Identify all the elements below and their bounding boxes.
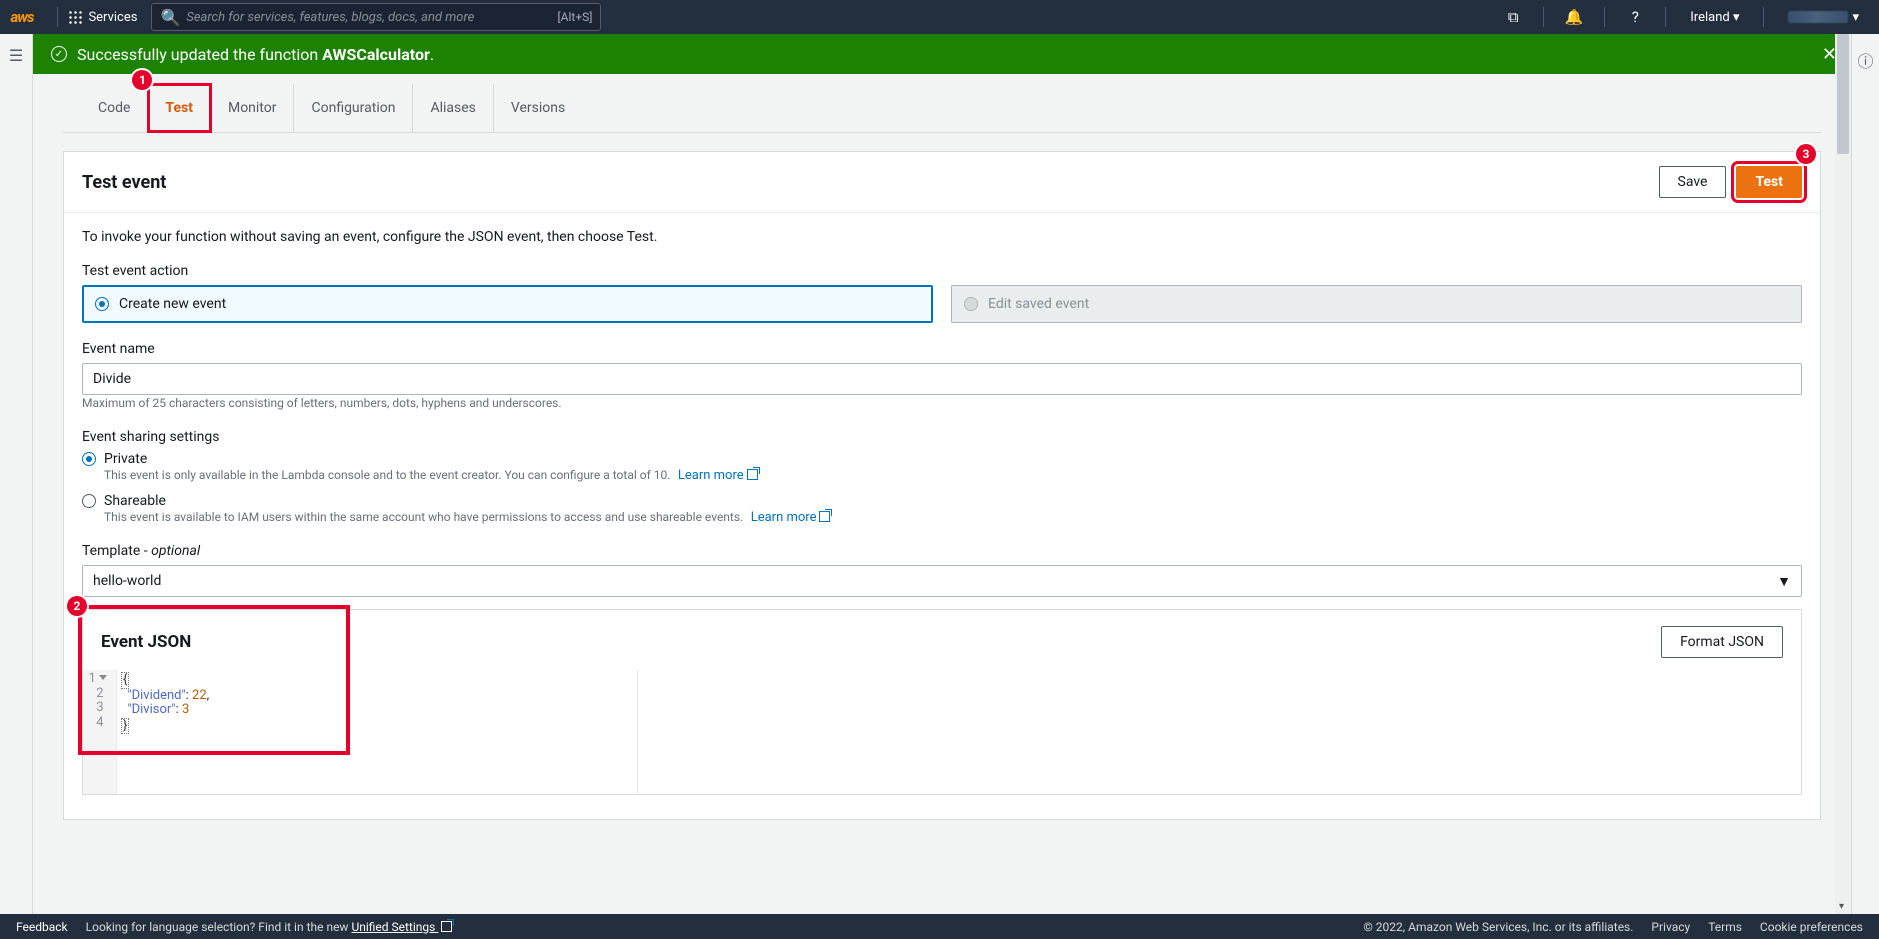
- json-editor[interactable]: 1 2 3 4 { "Dividend": 22, "Divisor": 3 }: [83, 670, 1801, 794]
- event-name-label: Event name: [82, 341, 1802, 357]
- hamburger-icon[interactable]: ☰: [9, 46, 23, 65]
- event-json-panel: 2 Event JSON Format JSON 1 2 3 4 { "Divi…: [82, 609, 1802, 795]
- external-link-icon: [819, 511, 830, 522]
- account-name-blurred: [1788, 11, 1848, 23]
- tile-create-new[interactable]: Create new event: [82, 285, 933, 323]
- annotation-2: 2: [67, 596, 87, 616]
- learn-more-private[interactable]: Learn more: [678, 468, 758, 483]
- notifications-icon[interactable]: 🔔: [1560, 8, 1588, 26]
- copyright: © 2022, Amazon Web Services, Inc. or its…: [1363, 920, 1633, 934]
- tab-test[interactable]: Test 1: [148, 84, 211, 132]
- footer: Feedback Looking for language selection?…: [0, 914, 1879, 939]
- privacy-link[interactable]: Privacy: [1651, 920, 1690, 934]
- external-link-icon: [441, 921, 452, 932]
- help-icon[interactable]: ?: [1621, 8, 1649, 26]
- private-desc: This event is only available in the Lamb…: [104, 468, 670, 482]
- tab-aliases[interactable]: Aliases: [413, 84, 493, 132]
- radio-shareable[interactable]: [82, 494, 96, 508]
- flash-text: Successfully updated the function AWSCal…: [77, 45, 434, 64]
- tab-monitor[interactable]: Monitor: [211, 84, 295, 132]
- feedback-link[interactable]: Feedback: [16, 920, 68, 934]
- external-link-icon: [747, 469, 758, 480]
- format-json-button[interactable]: Format JSON: [1661, 626, 1783, 658]
- aws-logo[interactable]: aws: [10, 8, 33, 26]
- success-icon: ✓: [51, 46, 67, 62]
- search-shortcut: [Alt+S]: [557, 10, 592, 24]
- function-tabs: Code Test 1 Monitor Configuration Aliase…: [63, 84, 1821, 133]
- radio-create-new[interactable]: [95, 297, 109, 311]
- terms-link[interactable]: Terms: [1708, 920, 1742, 934]
- search-input[interactable]: [186, 10, 551, 25]
- shareable-desc: This event is available to IAM users wit…: [104, 510, 743, 524]
- vertical-scrollbar[interactable]: ▾: [1835, 34, 1851, 914]
- learn-more-shareable[interactable]: Learn more: [751, 510, 831, 525]
- top-nav: aws Services 🔍 [Alt+S] ⧉ 🔔 ? Ireland ▾ ▾: [0, 0, 1879, 34]
- sharing-label: Event sharing settings: [82, 429, 1802, 445]
- shareable-label: Shareable: [104, 493, 166, 509]
- annotation-3: 3: [1796, 144, 1816, 164]
- unified-settings-link[interactable]: Unified Settings: [351, 920, 452, 934]
- region-selector[interactable]: Ireland ▾: [1682, 10, 1747, 25]
- grid-icon: [68, 10, 82, 24]
- radio-private[interactable]: [82, 452, 96, 466]
- event-name-help: Maximum of 25 characters consisting of l…: [82, 396, 562, 410]
- tab-configuration[interactable]: Configuration: [294, 84, 413, 132]
- event-name-input[interactable]: [82, 363, 1802, 395]
- radio-edit-saved: [964, 297, 978, 311]
- tile-edit-saved: Edit saved event: [951, 285, 1802, 323]
- action-label: Test event action: [82, 263, 1802, 279]
- annotation-1: 1: [132, 70, 152, 90]
- info-icon[interactable]: ⓘ: [1857, 48, 1873, 72]
- right-rail: ⓘ: [1851, 34, 1879, 914]
- test-button[interactable]: Test: [1736, 166, 1802, 198]
- chevron-down-icon: ▼: [1777, 573, 1791, 590]
- services-menu[interactable]: Services: [68, 10, 137, 25]
- template-select[interactable]: hello-world ▼: [82, 565, 1802, 597]
- flash-banner: ✓ Successfully updated the function AWSC…: [33, 34, 1851, 74]
- tab-versions[interactable]: Versions: [494, 84, 582, 132]
- cookies-link[interactable]: Cookie preferences: [1760, 920, 1863, 934]
- save-button[interactable]: Save: [1659, 166, 1727, 198]
- search-icon: 🔍: [160, 8, 180, 27]
- account-menu[interactable]: ▾: [1780, 10, 1867, 25]
- main-content: ✓ Successfully updated the function AWSC…: [33, 34, 1851, 914]
- search-box[interactable]: 🔍 [Alt+S]: [151, 3, 601, 31]
- template-label: Template - optional: [82, 543, 1802, 559]
- services-label: Services: [88, 10, 137, 25]
- cloudshell-icon[interactable]: ⧉: [1499, 8, 1527, 26]
- test-event-card: Test event Save Test 3 To invoke your fu…: [63, 151, 1821, 820]
- left-rail: ☰: [0, 34, 33, 914]
- card-title: Test event: [82, 172, 166, 193]
- test-description: To invoke your function without saving a…: [82, 229, 1802, 245]
- footer-lang-hint: Looking for language selection? Find it …: [86, 920, 453, 934]
- editor-code[interactable]: { "Dividend": 22, "Divisor": 3 }: [117, 670, 1801, 794]
- private-label: Private: [104, 451, 147, 467]
